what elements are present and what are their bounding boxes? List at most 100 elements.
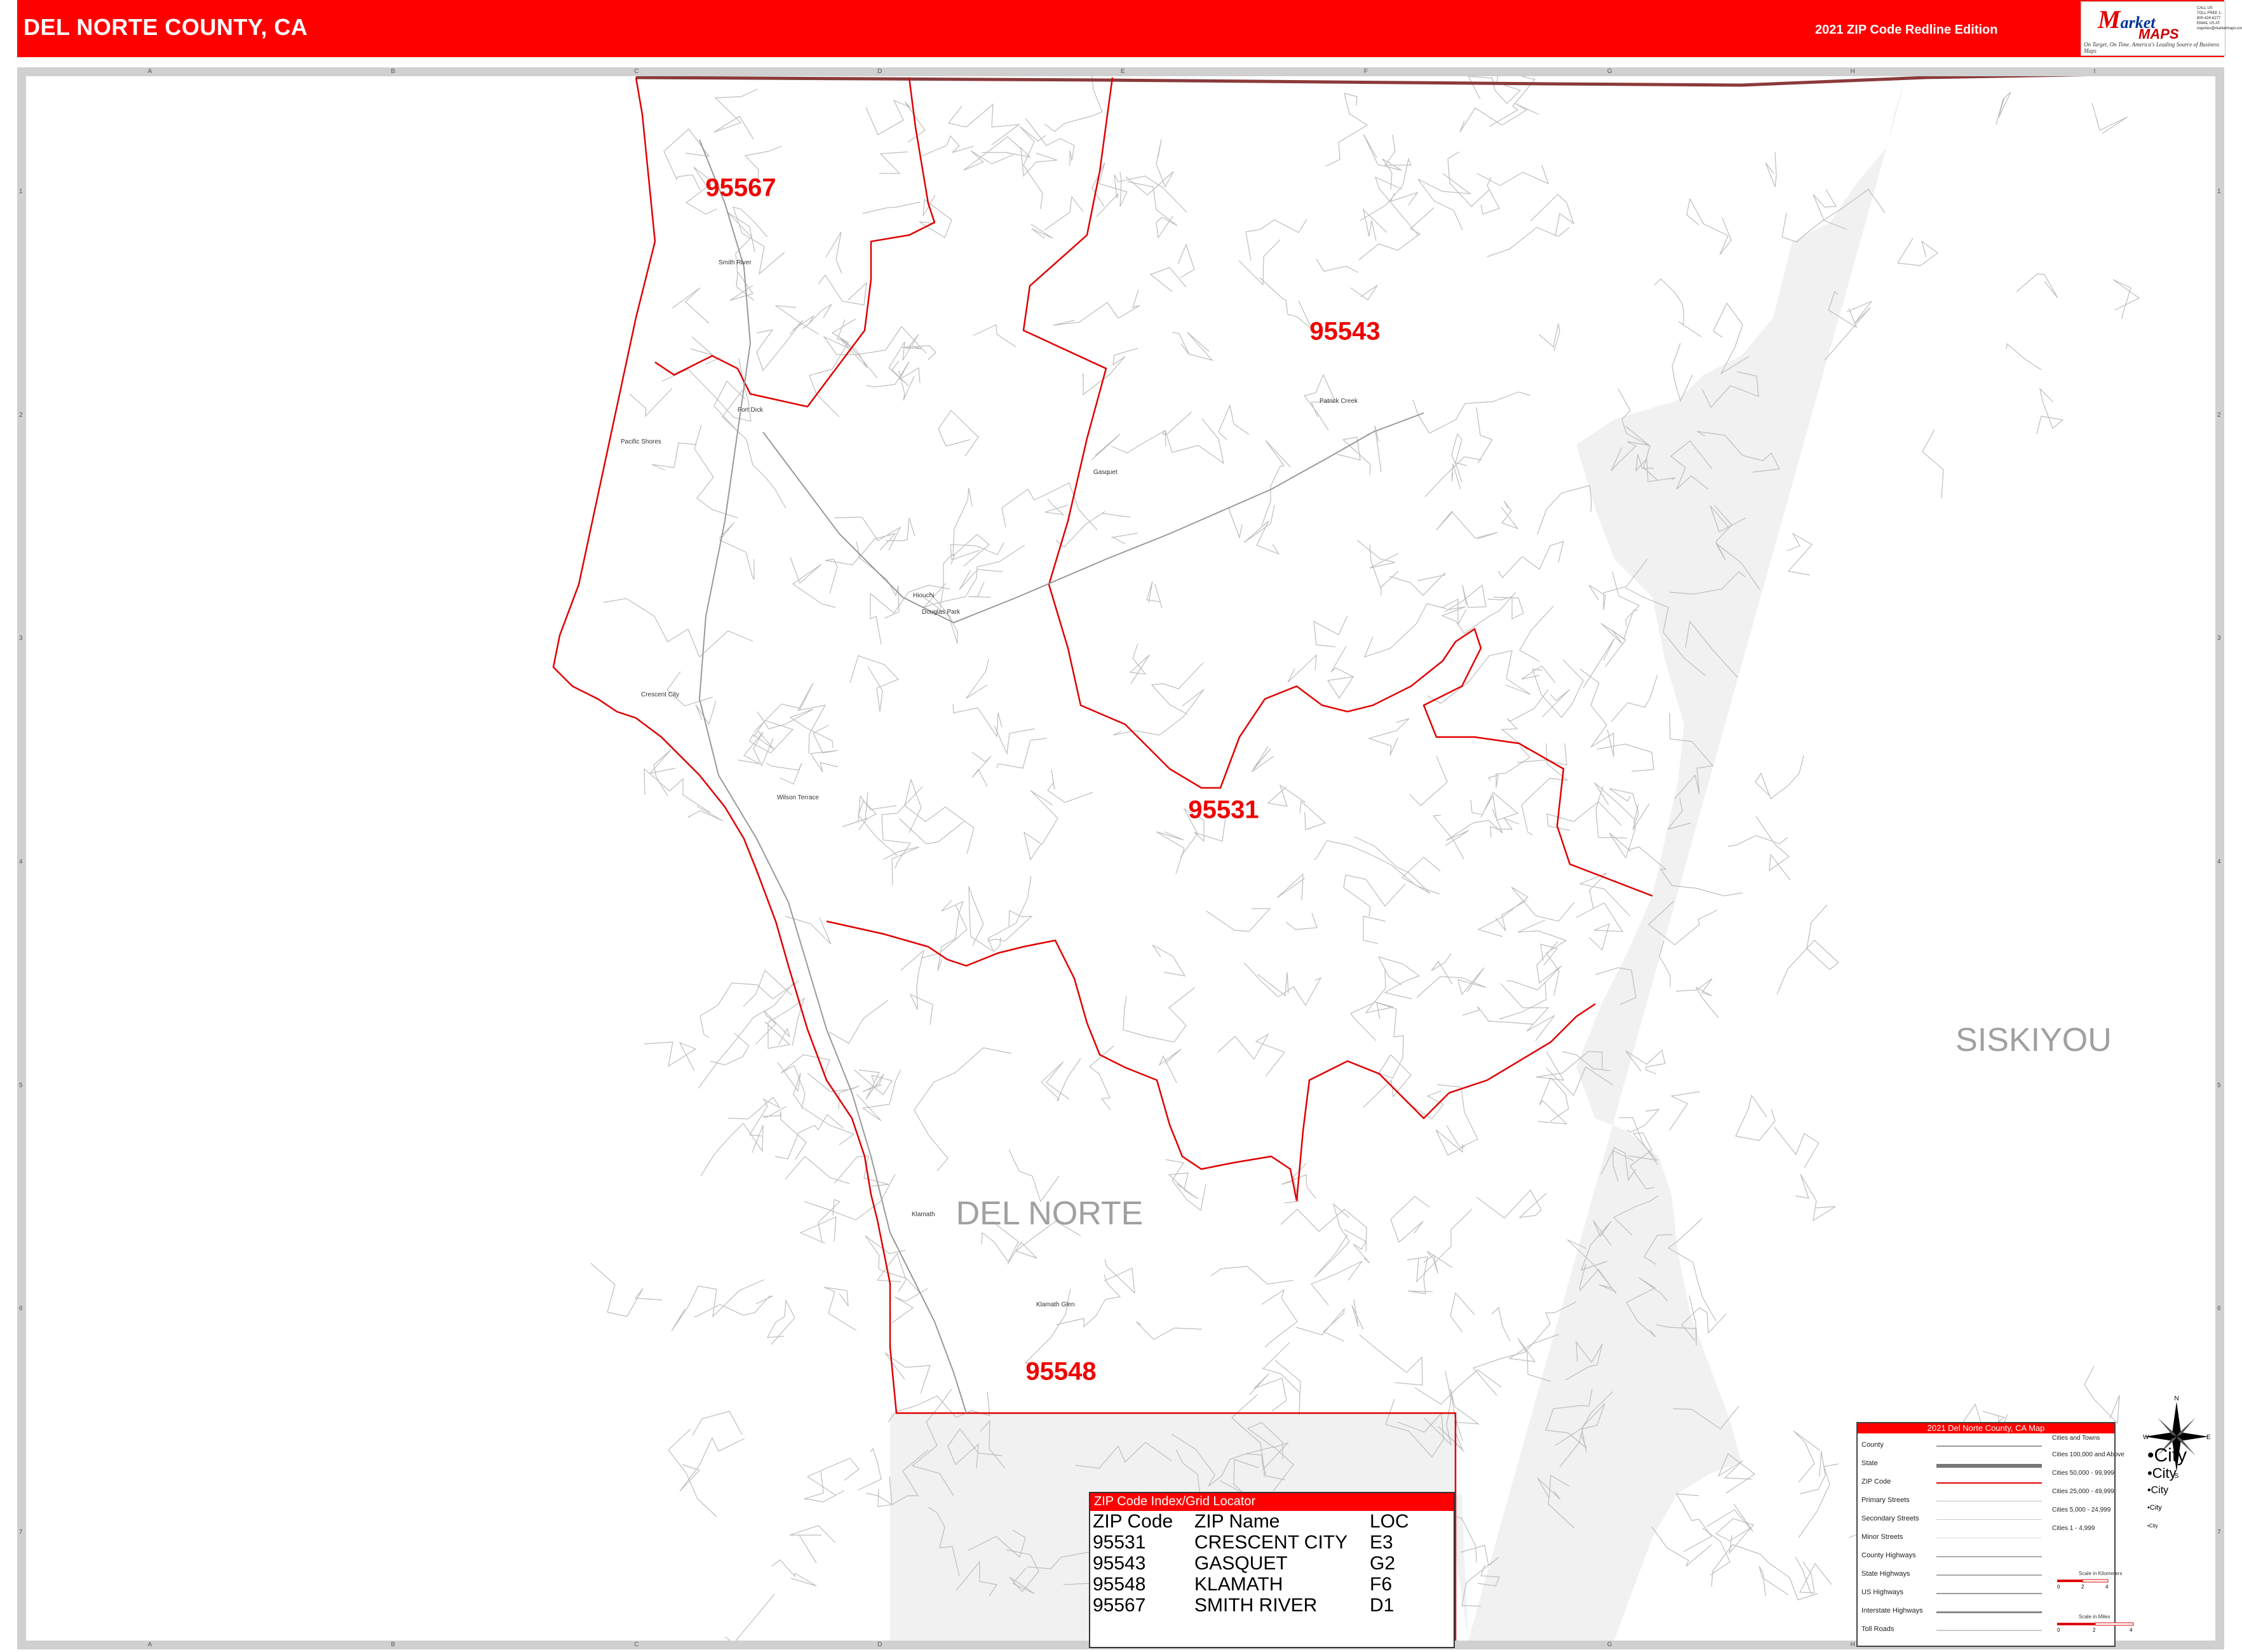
scale-km-bar: 0 2 4	[2057, 1579, 2109, 1590]
road-segment	[1377, 956, 1421, 999]
logo-contact: CALL US TOLL FREE 1-800-424-6277 EMAIL U…	[2197, 6, 2242, 30]
svg-text:2: 2	[2081, 1584, 2084, 1590]
grid-column-label: D	[877, 68, 882, 75]
road-segment	[1675, 978, 1719, 1019]
road-segment	[1104, 1259, 1135, 1294]
table-row[interactable]: 95567 SMITH RIVER D1	[1093, 1595, 1409, 1616]
table-row[interactable]: 95543 GASQUET G2	[1093, 1553, 1409, 1574]
market-maps-logo[interactable]: Market MAPS On Target, On Time. America'…	[2081, 1, 2242, 56]
grid-row-label: 6	[19, 1305, 23, 1313]
city-label[interactable]: Pacific Shores	[621, 438, 661, 445]
zip-index-header-row: ZIP Code ZIP Name LOC	[1093, 1511, 1409, 1532]
svg-text:0: 0	[2057, 1584, 2060, 1590]
county-boundary	[552, 77, 1457, 1641]
city-label[interactable]: Smith River	[719, 259, 752, 266]
road-segment	[1409, 755, 1448, 806]
road-segment	[825, 231, 842, 274]
road-segment	[1129, 643, 1150, 684]
road-segment	[766, 1299, 795, 1345]
road-segment	[1082, 348, 1138, 396]
city-label[interactable]: Crescent City	[641, 691, 679, 698]
zip-loc-cell: E3	[1370, 1532, 1393, 1553]
legend-city-range: Cities 5,000 - 24,999	[2052, 1506, 2111, 1513]
city-label[interactable]: Klamath Glen	[1036, 1301, 1075, 1308]
table-row[interactable]: 95548 KLAMATH F6	[1093, 1574, 1409, 1595]
road-segment	[1390, 1196, 1430, 1243]
road-segment	[590, 1263, 663, 1317]
grid-column-label: H	[1850, 1641, 1855, 1648]
road-segment	[888, 334, 919, 386]
road-segment	[891, 1288, 928, 1324]
road-segment	[668, 1428, 717, 1517]
road-segment	[1245, 219, 1307, 261]
zip-name-cell: KLAMATH	[1194, 1574, 1283, 1595]
road-segment	[1686, 198, 1732, 255]
road-segment	[973, 324, 1016, 348]
zip-label-95543[interactable]: 95543	[1309, 318, 1380, 346]
zip-loc-cell: F6	[1370, 1574, 1393, 1595]
road-segment	[804, 1471, 845, 1503]
road-segment	[1343, 874, 1406, 917]
road-segment	[1435, 1129, 1466, 1156]
road-segment	[1468, 76, 1522, 104]
road-segment	[1530, 194, 1575, 237]
road-segment	[644, 1041, 697, 1071]
road-segment	[1896, 238, 1939, 266]
road-segment	[737, 731, 774, 767]
zip-code-cell: 95543	[1093, 1553, 1146, 1574]
road-segment	[762, 1106, 807, 1160]
road-segment	[904, 778, 975, 855]
city-label[interactable]: Hiouchi	[913, 592, 934, 599]
legend-item-label: US Highways	[1861, 1588, 1904, 1596]
road-segment	[1451, 433, 1468, 483]
road-segment	[1243, 504, 1280, 555]
grid-column-label: I	[2093, 68, 2096, 75]
zip-label-95531[interactable]: 95531	[1188, 796, 1259, 825]
road-segment	[922, 545, 1025, 609]
legend-item-symbol	[1936, 1446, 2042, 1447]
road-segment	[727, 1097, 781, 1137]
road-segment	[1774, 1127, 1820, 1168]
road-segment	[1295, 1308, 1345, 1342]
road-segment	[713, 88, 759, 140]
road-segment	[729, 271, 753, 301]
road-segment	[1795, 1174, 1836, 1222]
road-segment	[1654, 278, 1702, 337]
road-segment	[865, 1235, 921, 1294]
road-segment	[771, 1559, 817, 1587]
road-segment	[1735, 1094, 1776, 1141]
logo-maps-word: MAPS	[2138, 26, 2179, 42]
compass-w: W	[2143, 1434, 2149, 1441]
city-label[interactable]: Douglas Park	[922, 609, 960, 616]
road-segment	[1431, 953, 1453, 985]
road-segment	[1052, 289, 1140, 326]
road-segment	[1537, 1076, 1569, 1125]
legend-city-range: Cities 1 - 4,999	[2052, 1525, 2095, 1532]
road-segment	[982, 147, 1058, 177]
road-segment	[854, 1069, 893, 1095]
city-label[interactable]: Fort Dick	[738, 407, 763, 414]
grid-column-label: H	[1850, 68, 1855, 75]
scale-mi-bar: 0 2 4	[2057, 1622, 2134, 1633]
road-segment	[966, 658, 989, 699]
road-segment	[2036, 388, 2064, 435]
legend-item-symbol	[1936, 1482, 2042, 1484]
city-label[interactable]: Gasquet	[1093, 469, 1118, 476]
road-segment	[1299, 800, 1327, 830]
map-canvas[interactable]: 95567 95543 95531 95548 DEL NORTE SISKIY…	[26, 76, 2215, 1641]
legend-item-label: Toll Roads	[1861, 1625, 1894, 1633]
road-segment	[1611, 674, 1658, 722]
zip-label-95567[interactable]: 95567	[705, 174, 776, 203]
city-label[interactable]: Klamath	[912, 1211, 935, 1218]
road-segment	[1497, 541, 1564, 578]
road-segment	[1112, 689, 1205, 736]
road-segment	[790, 557, 836, 608]
legend-item-label: County Highways	[1861, 1552, 1916, 1559]
city-label[interactable]: Patrick Creek	[1320, 398, 1358, 405]
road-segment	[1519, 606, 1554, 662]
road-segment	[1476, 165, 1550, 186]
city-label[interactable]: Wilson Terrace	[777, 794, 819, 801]
zip-label-95548[interactable]: 95548	[1025, 1358, 1096, 1386]
zip-loc-cell: D1	[1370, 1595, 1394, 1616]
table-row[interactable]: 95531 CRESCENT CITY E3	[1093, 1532, 1409, 1553]
